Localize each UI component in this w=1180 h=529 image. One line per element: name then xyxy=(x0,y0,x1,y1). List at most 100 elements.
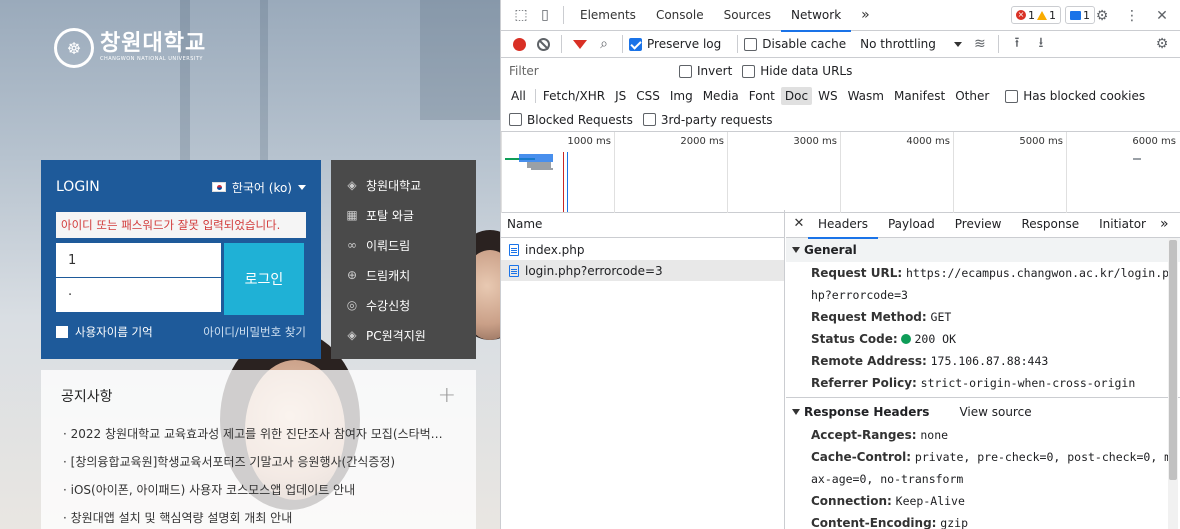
tab-payload[interactable]: Payload xyxy=(878,210,945,238)
tab-network[interactable]: Network xyxy=(781,0,852,32)
plus-icon[interactable]: + xyxy=(438,385,456,407)
timeline-tick-label: 5000 ms xyxy=(1019,136,1063,147)
document-icon xyxy=(509,264,519,277)
filter-input[interactable]: Filter xyxy=(507,61,667,81)
tab-network-label: Network xyxy=(791,7,842,22)
timeline-tick-label: 6000 ms xyxy=(1132,136,1176,147)
upload-icon[interactable]: ⭱ xyxy=(1005,32,1029,56)
type-filter-css[interactable]: CSS xyxy=(632,87,664,105)
name-column-header[interactable]: Name xyxy=(501,210,784,238)
checkbox-box[interactable] xyxy=(56,326,68,338)
device-toolbar-icon[interactable]: ▯ xyxy=(533,3,557,27)
blocked-requests-checkbox[interactable]: Blocked Requests xyxy=(509,113,633,127)
preserve-log-checkbox[interactable]: Preserve log xyxy=(629,37,721,51)
login-button[interactable]: 로그인 xyxy=(224,243,304,315)
type-filter-fetch-xhr[interactable]: Fetch/XHR xyxy=(539,87,609,105)
type-filter-img[interactable]: Img xyxy=(666,87,697,105)
disable-cache-checkbox[interactable]: Disable cache xyxy=(744,37,846,51)
checkbox-checked[interactable] xyxy=(629,37,642,51)
language-selector[interactable]: 한국어 (ko) xyxy=(211,179,306,196)
view-source-link[interactable]: View source xyxy=(959,405,1031,419)
quick-link-course-registration[interactable]: ◎ 수강신청 xyxy=(345,290,476,320)
quick-link-changwon[interactable]: ◈ 창원대학교 xyxy=(345,170,476,200)
third-party-requests-checkbox[interactable]: 3rd-party requests xyxy=(642,113,773,127)
general-section-toggle[interactable]: General xyxy=(786,238,1180,262)
layers-icon: ◈ xyxy=(347,178,357,192)
university-logo[interactable]: ☸ 창원대학교 CHANGWON NATIONAL UNIVERSITY xyxy=(54,28,206,68)
network-overview-timeline[interactable]: 1000 ms 2000 ms 3000 ms 4000 ms 5000 ms … xyxy=(501,132,1180,213)
background-building xyxy=(420,0,500,120)
tab-response[interactable]: Response xyxy=(1011,210,1089,238)
scrollbar-thumb[interactable] xyxy=(1169,240,1177,480)
quick-link-remote-support[interactable]: ◈ PC원격지원 xyxy=(345,320,476,350)
type-filter-media[interactable]: Media xyxy=(699,87,743,105)
tab-initiator[interactable]: Initiator xyxy=(1089,210,1156,238)
tab-elements[interactable]: Elements xyxy=(570,0,646,31)
notice-item[interactable]: · 2022 창원대학교 교육효과성 제고를 위한 진단조사 참여자 모집(스타… xyxy=(61,420,456,448)
throttling-select[interactable]: No throttling xyxy=(860,37,962,51)
checkbox-box[interactable] xyxy=(1005,89,1019,103)
username-input[interactable]: 1 xyxy=(56,243,221,278)
invert-checkbox[interactable]: Invert xyxy=(679,64,732,78)
find-account-link[interactable]: 아이디/비밀번호 찾기 xyxy=(203,324,306,340)
filter-toggle-button[interactable] xyxy=(568,32,592,56)
response-headers-section-toggle[interactable]: Response Headers View source xyxy=(786,400,1180,424)
detail-tabbar: ✕ Headers Payload Preview Response Initi… xyxy=(786,210,1180,239)
checkbox-box[interactable] xyxy=(642,113,656,126)
type-filter-all[interactable]: All xyxy=(507,87,530,105)
checkbox-box[interactable] xyxy=(679,64,692,78)
notice-item[interactable]: · [창의융합교육원]학생교육서포터즈 기말고사 응원행사(간식증정) xyxy=(61,448,456,476)
remember-username-checkbox[interactable]: 사용자이름 기억 xyxy=(56,324,153,340)
request-row-selected[interactable]: login.php?errorcode=3 xyxy=(501,260,784,281)
more-tabs-button[interactable]: » xyxy=(1156,210,1173,238)
network-settings-gear-icon[interactable]: ⚙ xyxy=(1150,32,1174,56)
request-row[interactable]: index.php xyxy=(501,239,784,260)
tab-console[interactable]: Console xyxy=(646,0,714,31)
quick-links-panel: ◈ 창원대학교 ▦ 포탈 와글 ∞ 이뤄드림 ⊕ 드림캐치 ◎ 수강신청 ◈ PC원격지원 xyxy=(331,160,476,359)
filter-bar: Filter Invert Hide data URLs xyxy=(501,58,1180,84)
tab-headers[interactable]: Headers xyxy=(808,210,878,239)
more-tabs-button[interactable]: » xyxy=(851,0,880,31)
header-row: Status Code: 200 OK xyxy=(786,328,1180,350)
password-input[interactable]: · xyxy=(56,278,221,313)
error-warning-badge[interactable]: × 1 1 xyxy=(1011,6,1061,24)
search-icon[interactable]: ⌕ xyxy=(592,32,616,56)
header-value: gzip xyxy=(940,516,968,529)
close-icon[interactable]: ✕ xyxy=(790,216,808,231)
wifi-icon[interactable]: ≋ xyxy=(968,32,992,56)
type-filter-js[interactable]: JS xyxy=(611,87,630,105)
checkbox-box[interactable] xyxy=(509,113,522,126)
type-filter-doc[interactable]: Doc xyxy=(780,87,813,105)
type-filter-manifest[interactable]: Manifest xyxy=(890,87,949,105)
type-filter-wasm[interactable]: Wasm xyxy=(844,87,888,105)
header-value: none xyxy=(920,428,949,442)
more-vertical-icon[interactable]: ⋮ xyxy=(1120,4,1144,28)
crosshair-icon: ⊕ xyxy=(346,268,358,282)
record-button[interactable] xyxy=(507,32,531,56)
tab-sources[interactable]: Sources xyxy=(714,0,781,31)
checkbox-box[interactable] xyxy=(742,64,756,78)
close-icon[interactable]: ✕ xyxy=(1150,4,1174,28)
type-filter-font[interactable]: Font xyxy=(745,87,779,105)
hide-data-urls-checkbox[interactable]: Hide data URLs xyxy=(742,64,852,78)
has-blocked-cookies-checkbox[interactable]: Has blocked cookies xyxy=(1005,89,1145,103)
notice-item[interactable]: · 창원대앱 설치 및 핵심역량 설명회 개최 안내 xyxy=(61,504,456,529)
timeline-tick: 5000 ms xyxy=(953,132,1066,213)
request-name: index.php xyxy=(525,242,585,257)
scrollbar[interactable] xyxy=(1168,238,1178,529)
quick-link-portal[interactable]: ▦ 포탈 와글 xyxy=(345,200,476,230)
quick-link-dream[interactable]: ∞ 이뤄드림 xyxy=(345,230,476,260)
type-filter-ws[interactable]: WS xyxy=(814,87,841,105)
tab-preview[interactable]: Preview xyxy=(945,210,1012,238)
inspect-element-icon[interactable]: ⬚ xyxy=(509,3,533,27)
download-icon[interactable]: ⭳ xyxy=(1029,32,1053,56)
divider xyxy=(563,6,564,24)
notice-item[interactable]: · iOS(아이폰, 아이패드) 사용자 코스모스앱 업데이트 안내 xyxy=(61,476,456,504)
error-icon: × xyxy=(1016,10,1026,20)
type-filter-other[interactable]: Other xyxy=(951,87,993,105)
checkbox-box[interactable] xyxy=(744,37,758,51)
quick-link-dreamcatch[interactable]: ⊕ 드림캐치 xyxy=(345,260,476,290)
gear-icon[interactable]: ⚙ xyxy=(1090,4,1114,28)
clear-button[interactable] xyxy=(531,32,555,56)
timeline-tick: 3000 ms xyxy=(727,132,840,213)
